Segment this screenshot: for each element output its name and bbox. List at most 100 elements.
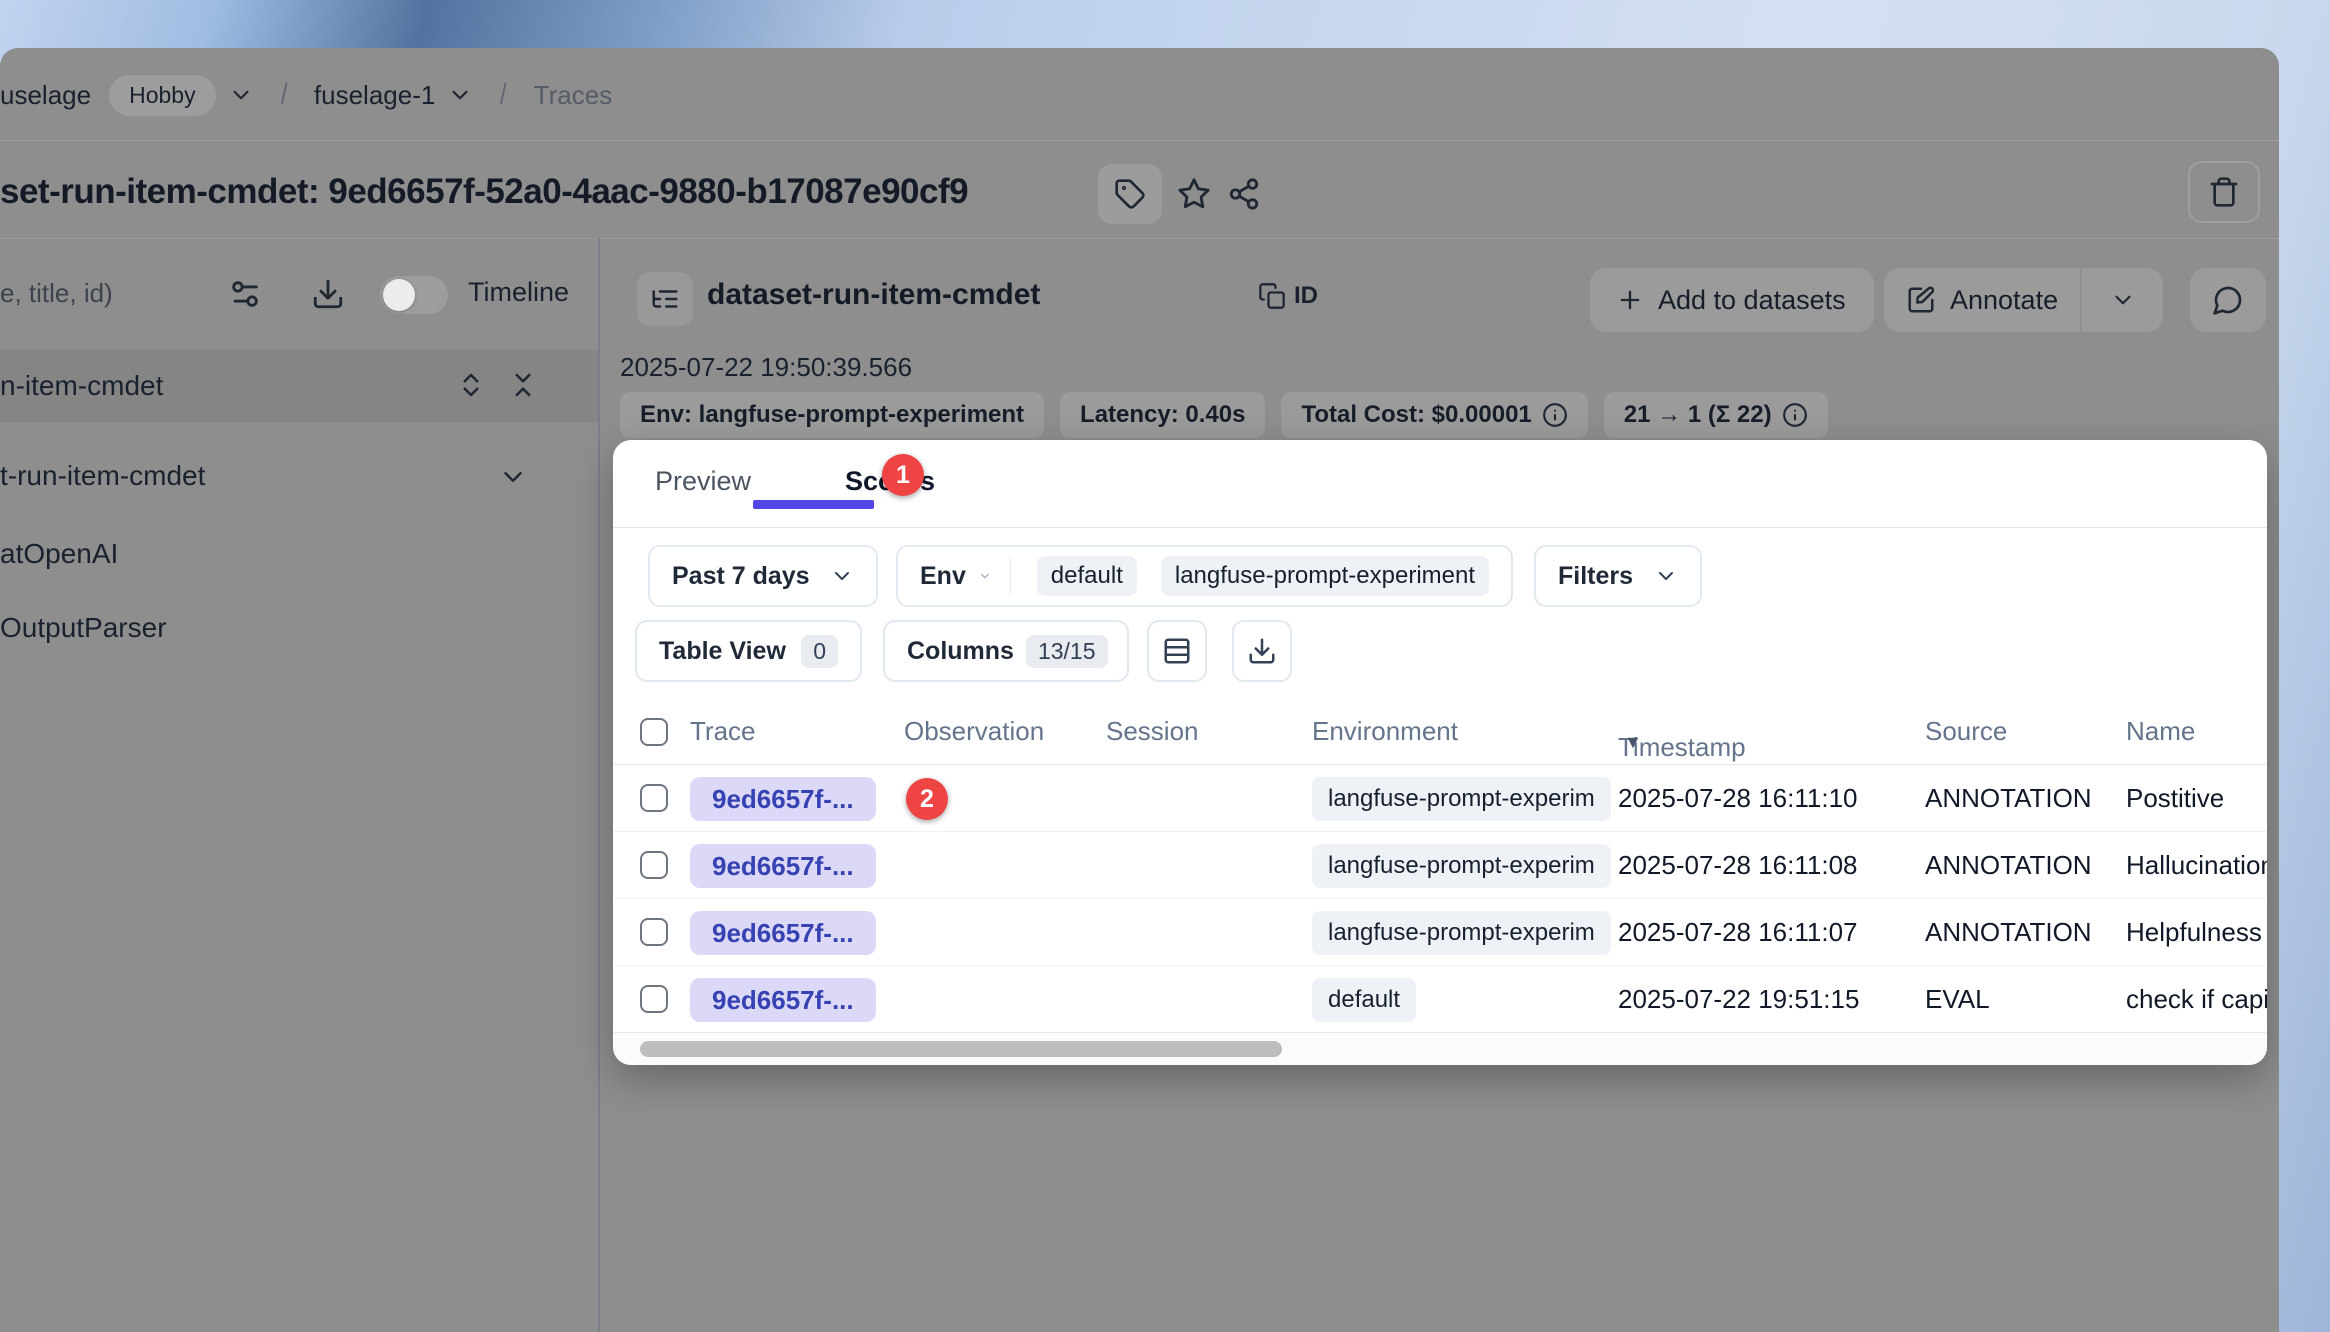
download-icon[interactable] xyxy=(308,274,348,314)
scrollbar-thumb[interactable] xyxy=(640,1041,1282,1057)
timestamp-cell: 2025-07-28 16:11:08 xyxy=(1618,850,1858,881)
tab-bar: Preview Scores 1 xyxy=(613,440,2267,528)
col-session[interactable]: Session xyxy=(1106,716,1199,747)
latency-badge: Latency: 0.40s xyxy=(1060,392,1265,438)
share-button[interactable] xyxy=(1226,176,1262,212)
environment-chip: langfuse-prompt-experim xyxy=(1312,777,1611,821)
add-to-datasets-button[interactable]: Add to datasets xyxy=(1590,268,1874,332)
col-name[interactable]: Name xyxy=(2126,716,2195,747)
sidebar-item-selected[interactable]: n-item-cmdet xyxy=(0,350,598,422)
chevron-down-icon[interactable] xyxy=(228,82,254,108)
divider xyxy=(1010,558,1011,594)
timestamp-cell: 2025-07-28 16:11:07 xyxy=(1618,917,1858,948)
row-checkbox[interactable] xyxy=(640,784,668,812)
tag-button[interactable] xyxy=(1098,164,1162,224)
sidebar-item[interactable]: atOpenAI xyxy=(0,526,598,582)
info-icon[interactable] xyxy=(1542,402,1568,428)
annotate-split-button[interactable]: Annotate xyxy=(1884,268,2163,332)
source-cell: ANNOTATION xyxy=(1925,850,2092,881)
col-trace[interactable]: Trace xyxy=(690,716,756,747)
breadcrumb-separator: / xyxy=(280,78,287,112)
name-cell: Postitive xyxy=(2126,783,2224,814)
trace-badges: Env: langfuse-prompt-experiment Latency:… xyxy=(620,392,1828,438)
row-checkbox[interactable] xyxy=(640,851,668,879)
trace-title: dataset-run-item-cmdet xyxy=(707,278,1040,312)
sidebar-item-label: n-item-cmdet xyxy=(0,370,163,402)
date-range-button[interactable]: Past 7 days xyxy=(648,545,878,607)
timeline-toggle[interactable] xyxy=(380,276,448,314)
col-environment[interactable]: Environment xyxy=(1312,716,1458,747)
sidebar-item[interactable]: OutputParser xyxy=(0,600,598,656)
breadcrumb-section[interactable]: Traces xyxy=(534,80,613,111)
table-view-button[interactable]: Table View 0 xyxy=(635,620,862,682)
col-observation[interactable]: Observation xyxy=(904,716,1044,747)
table-row[interactable]: 9ed6657f-... default 2025-07-22 19:51:15… xyxy=(613,966,2267,1033)
rows-icon xyxy=(1162,636,1192,666)
tokens-badge: 21 → 1 (Σ 22) xyxy=(1604,392,1828,438)
toggle-knob xyxy=(383,279,415,311)
env-value-chip[interactable]: default xyxy=(1037,556,1137,596)
source-cell: ANNOTATION xyxy=(1925,783,2092,814)
filter-settings-icon[interactable] xyxy=(225,274,265,314)
breadcrumb-org[interactable]: uselage xyxy=(0,80,91,111)
environment-chip: langfuse-prompt-experim xyxy=(1312,911,1611,955)
active-tab-indicator xyxy=(753,500,874,509)
collapse-all-icon[interactable] xyxy=(508,368,538,402)
plus-icon xyxy=(1616,286,1644,314)
env-badge: Env: langfuse-prompt-experiment xyxy=(620,392,1044,438)
copy-id-button[interactable]: ID xyxy=(1258,282,1318,310)
annotation-marker-1: 1 xyxy=(882,454,924,496)
chevron-down-icon[interactable] xyxy=(447,82,473,108)
delete-button[interactable] xyxy=(2188,161,2260,223)
annotate-pen-icon xyxy=(1906,285,1936,315)
trace-id-chip[interactable]: 9ed6657f-... xyxy=(690,844,876,888)
col-source[interactable]: Source xyxy=(1925,716,2007,747)
row-checkbox[interactable] xyxy=(640,985,668,1013)
search-input[interactable]: e, title, id) xyxy=(0,278,113,309)
annotate-dropdown-caret[interactable] xyxy=(2082,268,2163,332)
table-header: Trace Observation Session Environment Ti… xyxy=(613,700,2267,765)
copy-icon xyxy=(1258,282,1286,310)
sidebar-divider xyxy=(598,238,600,1332)
chevron-down-icon xyxy=(830,564,854,588)
tab-preview[interactable]: Preview xyxy=(655,466,751,497)
filters-button[interactable]: Filters xyxy=(1534,545,1702,607)
env-value-chip[interactable]: langfuse-prompt-experiment xyxy=(1161,556,1489,596)
export-button[interactable] xyxy=(1232,620,1292,682)
name-cell: Hallucination xyxy=(2126,850,2267,881)
chevron-down-icon[interactable] xyxy=(498,462,528,492)
table-row[interactable]: 9ed6657f-... 2 langfuse-prompt-experim 2… xyxy=(613,765,2267,832)
timeline-label: Timeline xyxy=(468,277,569,308)
comments-button[interactable] xyxy=(2190,268,2266,332)
dimmed-app-panel: uselage Hobby / fuselage-1 / Traces set-… xyxy=(0,48,2279,1332)
plan-badge: Hobby xyxy=(109,75,215,116)
table-row[interactable]: 9ed6657f-... langfuse-prompt-experim 202… xyxy=(613,832,2267,899)
select-all-checkbox[interactable] xyxy=(640,718,668,746)
trace-id-chip[interactable]: 9ed6657f-... xyxy=(690,911,876,955)
table-row[interactable]: 9ed6657f-... langfuse-prompt-experim 202… xyxy=(613,899,2267,966)
annotate-button[interactable]: Annotate xyxy=(1884,268,2080,332)
horizontal-scrollbar[interactable] xyxy=(613,1032,2267,1065)
annotation-marker-2: 2 xyxy=(906,778,948,820)
breadcrumb: uselage Hobby / fuselage-1 / Traces xyxy=(0,70,612,120)
trace-id-chip[interactable]: 9ed6657f-... xyxy=(690,978,876,1022)
trace-timestamp: 2025-07-22 19:50:39.566 xyxy=(620,352,912,383)
breadcrumb-project[interactable]: fuselage-1 xyxy=(314,80,435,111)
trace-id-chip[interactable]: 9ed6657f-... xyxy=(690,777,876,821)
row-checkbox[interactable] xyxy=(640,918,668,946)
cost-badge: Total Cost: $0.00001 xyxy=(1281,392,1587,438)
sidebar-item[interactable]: t-run-item-cmdet xyxy=(0,448,598,504)
divider xyxy=(0,238,2279,239)
source-cell: ANNOTATION xyxy=(1925,917,2092,948)
columns-count: 13/15 xyxy=(1026,635,1108,668)
star-button[interactable] xyxy=(1176,176,1212,212)
expand-all-icon[interactable] xyxy=(456,368,486,402)
environment-chip: default xyxy=(1312,978,1416,1022)
divider xyxy=(0,140,2279,141)
info-icon[interactable] xyxy=(1782,402,1808,428)
columns-button[interactable]: Columns 13/15 xyxy=(883,620,1129,682)
row-density-button[interactable] xyxy=(1147,620,1207,682)
name-cell: check if capital xyxy=(2126,984,2267,1015)
sort-desc-icon: ▼ xyxy=(1624,732,1642,753)
env-filter[interactable]: Env default langfuse-prompt-experiment xyxy=(896,545,1513,607)
